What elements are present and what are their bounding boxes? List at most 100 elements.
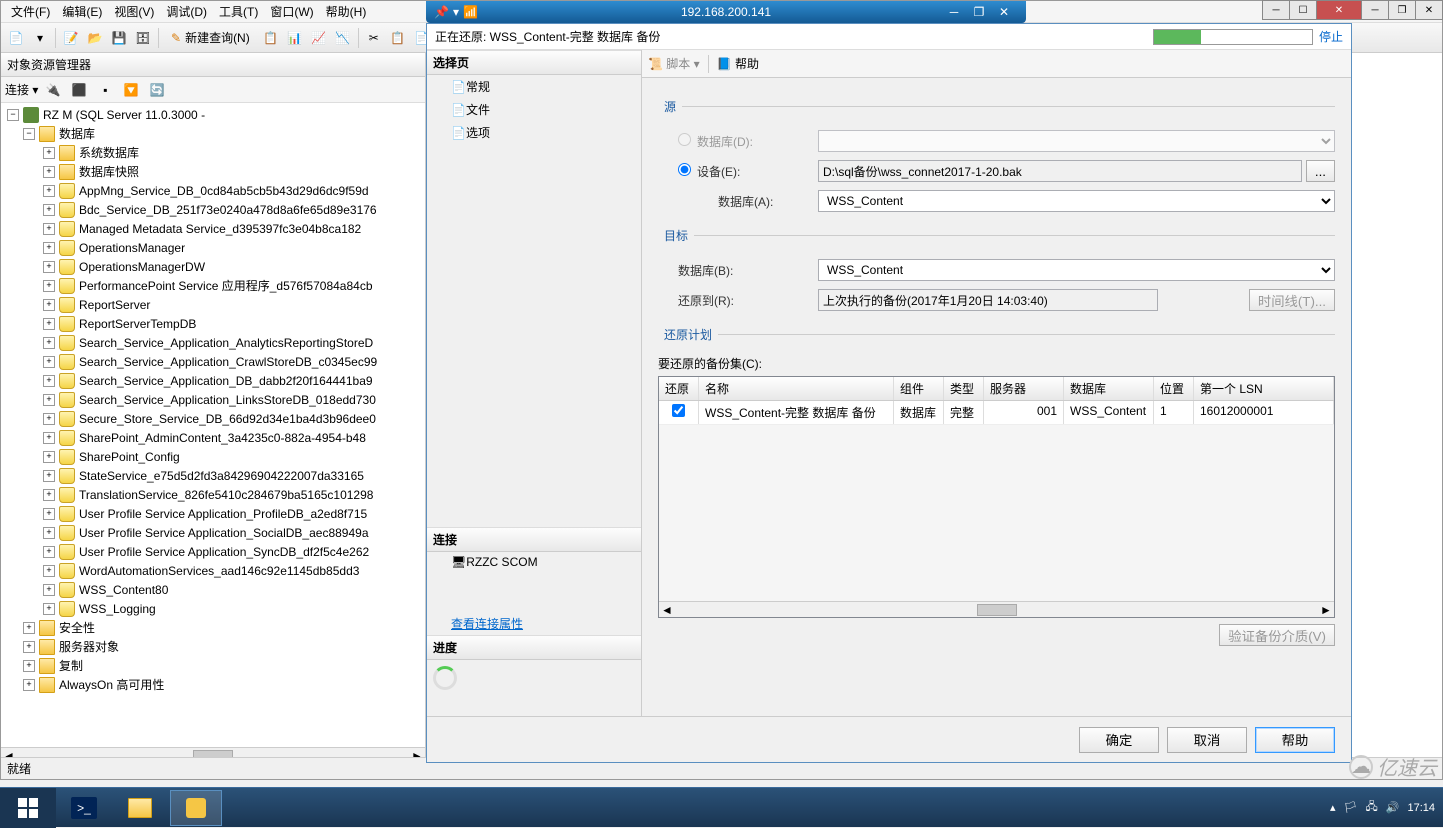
minimize-button-2[interactable]: ─: [1361, 0, 1389, 20]
tray-chevron-icon[interactable]: ▴: [1330, 801, 1336, 814]
new-project-icon[interactable]: 📄: [5, 27, 27, 49]
tree-node[interactable]: +Search_Service_Application_AnalyticsRep…: [3, 333, 423, 352]
save-icon[interactable]: 💾: [108, 27, 130, 49]
cut-icon[interactable]: ✂: [363, 27, 385, 49]
col-database[interactable]: 数据库: [1064, 377, 1154, 400]
col-type[interactable]: 类型: [944, 377, 984, 400]
col-first-lsn[interactable]: 第一个 LSN: [1194, 377, 1334, 400]
remote-restore[interactable]: ❐: [967, 3, 991, 21]
col-position[interactable]: 位置: [1154, 377, 1194, 400]
cancel-button[interactable]: 取消: [1167, 727, 1247, 753]
menu-view[interactable]: 视图(V): [108, 1, 160, 22]
start-button[interactable]: [0, 788, 56, 828]
tree-node[interactable]: +Bdc_Service_DB_251f73e0240a478d8a6fe65d…: [3, 200, 423, 219]
tree-node[interactable]: +ReportServerTempDB: [3, 314, 423, 333]
oe-refresh-icon[interactable]: 🔄: [146, 79, 168, 101]
row-restore-checkbox[interactable]: [672, 404, 685, 417]
tray-volume-icon[interactable]: 🔊: [1386, 801, 1400, 814]
tray-network-icon[interactable]: 🖧: [1366, 798, 1378, 817]
backup-set-grid[interactable]: 还原 名称 组件 类型 服务器 数据库 位置 第一个 LSN: [658, 376, 1335, 618]
col-restore[interactable]: 还原: [659, 377, 699, 400]
open-icon[interactable]: 📂: [84, 27, 106, 49]
col-component[interactable]: 组件: [894, 377, 944, 400]
tb-icon-3[interactable]: 📈: [308, 27, 330, 49]
tray-time[interactable]: 17:14: [1407, 802, 1435, 814]
stop-button[interactable]: 停止: [1319, 28, 1343, 45]
maximize-button[interactable]: ☐: [1289, 0, 1317, 20]
tree-node[interactable]: +系统数据库: [3, 143, 423, 162]
device-radio[interactable]: [678, 163, 691, 176]
tray-flag-icon[interactable]: 🏳: [1344, 801, 1358, 814]
menu-file[interactable]: 文件(F): [5, 1, 56, 22]
new-query-button[interactable]: ✎ 新建查询(N): [163, 27, 258, 49]
close-button[interactable]: ✕: [1316, 0, 1362, 20]
tree-node[interactable]: +User Profile Service Application_Profil…: [3, 504, 423, 523]
tree-node[interactable]: +AppMng_Service_DB_0cd84ab5cb5b43d29d6dc…: [3, 181, 423, 200]
tree-node[interactable]: +服务器对象: [3, 637, 423, 656]
tree-node[interactable]: +Managed Metadata Service_d395397fc3e04b…: [3, 219, 423, 238]
browse-button[interactable]: ...: [1306, 160, 1335, 182]
tree-node[interactable]: +WSS_Logging: [3, 599, 423, 618]
dlg-help-button[interactable]: 📘 帮助: [717, 55, 759, 72]
new-file-icon[interactable]: 📝: [60, 27, 82, 49]
restore-button-2[interactable]: ❐: [1388, 0, 1416, 20]
tree-node[interactable]: +User Profile Service Application_Social…: [3, 523, 423, 542]
tree-node[interactable]: +SharePoint_AdminContent_3a4235c0-882a-4…: [3, 428, 423, 447]
task-powershell[interactable]: >_: [58, 790, 110, 826]
tree-node[interactable]: −数据库: [3, 124, 423, 143]
copy-icon[interactable]: 📋: [387, 27, 409, 49]
task-explorer[interactable]: [114, 790, 166, 826]
col-server[interactable]: 服务器: [984, 377, 1064, 400]
col-name[interactable]: 名称: [699, 377, 894, 400]
database-b-combo[interactable]: WSS_Content: [818, 259, 1335, 281]
tree-node[interactable]: +StateService_e75d5d2fd3a84296904222007d…: [3, 466, 423, 485]
close-button-2[interactable]: ✕: [1415, 0, 1443, 20]
grid-h-scroll[interactable]: ◄►: [659, 601, 1334, 617]
menu-debug[interactable]: 调试(D): [160, 1, 213, 22]
tree-node[interactable]: +OperationsManagerDW: [3, 257, 423, 276]
dropdown-icon[interactable]: ▾: [29, 27, 51, 49]
pin-icon[interactable]: 📌: [434, 5, 449, 19]
remote-minimize[interactable]: ─: [942, 3, 966, 21]
tree-node[interactable]: +Search_Service_Application_DB_dabb2f20f…: [3, 371, 423, 390]
connect-button[interactable]: 连接 ▾: [5, 81, 38, 98]
tree-node[interactable]: +OperationsManager: [3, 238, 423, 257]
database-a-combo[interactable]: WSS_Content: [818, 190, 1335, 212]
tree-node[interactable]: +Search_Service_Application_CrawlStoreDB…: [3, 352, 423, 371]
tb-icon-2[interactable]: 📊: [284, 27, 306, 49]
menu-edit[interactable]: 编辑(E): [56, 1, 108, 22]
oe-stop-icon[interactable]: ▪: [94, 79, 116, 101]
tree-node[interactable]: +WSS_Content80: [3, 580, 423, 599]
menu-help[interactable]: 帮助(H): [320, 1, 373, 22]
tree-node[interactable]: +Secure_Store_Service_DB_66d92d34e1ba4d3…: [3, 409, 423, 428]
taskbar[interactable]: >_ ▴ 🏳 🖧 🔊 17:14: [0, 787, 1443, 827]
tree-node[interactable]: +TranslationService_826fe5410c284679ba51…: [3, 485, 423, 504]
tree-node[interactable]: +WordAutomationServices_aad146c92e1145db…: [3, 561, 423, 580]
grid-row[interactable]: WSS_Content-完整 数据库 备份 数据库 完整 001 WSS_Con…: [659, 401, 1334, 425]
tree-node[interactable]: +数据库快照: [3, 162, 423, 181]
script-button[interactable]: 📜 脚本 ▾: [648, 55, 700, 72]
menu-window[interactable]: 窗口(W): [264, 1, 319, 22]
menu-tools[interactable]: 工具(T): [213, 1, 264, 22]
tree-node[interactable]: +复制: [3, 656, 423, 675]
nav-files[interactable]: 📄 文件: [427, 98, 641, 121]
tree-node[interactable]: +PerformancePoint Service 应用程序_d576f5708…: [3, 276, 423, 295]
tree-node[interactable]: +User Profile Service Application_SyncDB…: [3, 542, 423, 561]
nav-general[interactable]: 📄 常规: [427, 75, 641, 98]
tree-node[interactable]: +SharePoint_Config: [3, 447, 423, 466]
task-ssms[interactable]: [170, 790, 222, 826]
tree-node[interactable]: +AlwaysOn 高可用性: [3, 675, 423, 694]
tb-icon-4[interactable]: 📉: [332, 27, 354, 49]
tree-node[interactable]: −RZ M (SQL Server 11.0.3000 -: [3, 105, 423, 124]
view-connection-link[interactable]: 查看连接属性: [451, 615, 523, 632]
help-button[interactable]: 帮助: [1255, 727, 1335, 753]
oe-disconnect-icon[interactable]: ⬛: [68, 79, 90, 101]
tb-icon-1[interactable]: 📋: [260, 27, 282, 49]
nav-options[interactable]: 📄 选项: [427, 121, 641, 144]
remote-close[interactable]: ✕: [992, 3, 1016, 21]
object-explorer-tree[interactable]: −RZ M (SQL Server 11.0.3000 -−数据库+系统数据库+…: [1, 103, 425, 747]
tree-node[interactable]: +安全性: [3, 618, 423, 637]
save-all-icon[interactable]: 🗄: [132, 27, 154, 49]
ok-button[interactable]: 确定: [1079, 727, 1159, 753]
minimize-button[interactable]: ─: [1262, 0, 1290, 20]
